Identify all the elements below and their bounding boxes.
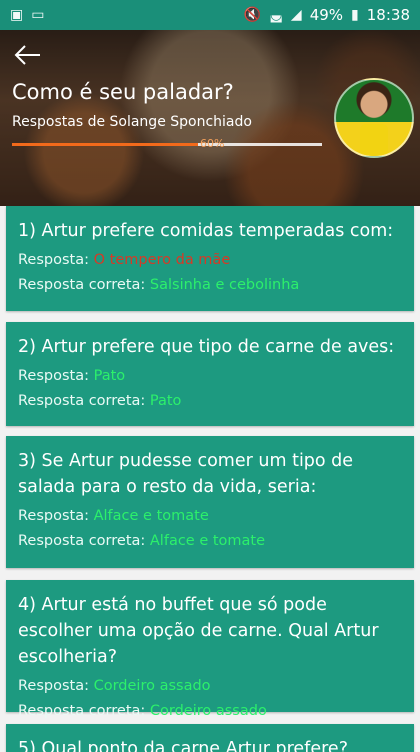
- mute-icon: 🔇: [243, 7, 262, 23]
- progress-bar: [12, 143, 322, 146]
- page-subtitle: Respostas de Solange Sponchiado: [12, 114, 252, 130]
- answer-row: Resposta: Pato: [18, 364, 402, 389]
- back-button[interactable]: [10, 40, 44, 70]
- question-card: 3) Se Artur pudesse comer um tipo de sal…: [6, 436, 414, 568]
- avatar[interactable]: [334, 78, 414, 158]
- answer-label: Resposta:: [18, 508, 89, 524]
- question-text: 4) Artur está no buffet que só pode esco…: [18, 595, 379, 667]
- answer-label: Resposta:: [18, 252, 89, 268]
- answer-row: Resposta: O tempero da mãe: [18, 248, 402, 273]
- status-left: ▣ ▭: [10, 7, 44, 23]
- answer-value: Alface e tomate: [93, 508, 209, 524]
- answer-row: Resposta: Cordeiro assado: [18, 674, 402, 699]
- answers-list[interactable]: 1) Artur prefere comidas temperadas com:…: [0, 206, 420, 752]
- correct-row: Resposta correta: Alface e tomate: [18, 529, 402, 554]
- header-banner: Como é seu paladar? Respostas de Solange…: [0, 30, 420, 206]
- battery-percent: 49%: [309, 6, 344, 24]
- correct-value: Cordeiro assado: [149, 703, 267, 719]
- correct-label: Resposta correta:: [18, 277, 146, 293]
- page-title: Como é seu paladar?: [12, 80, 234, 104]
- question-card: 2) Artur prefere que tipo de carne de av…: [6, 322, 414, 426]
- correct-label: Resposta correta:: [18, 533, 146, 549]
- question-card: 4) Artur está no buffet que só pode esco…: [6, 580, 414, 719]
- answer-label: Resposta:: [18, 368, 89, 384]
- correct-label: Resposta correta:: [18, 703, 146, 719]
- correct-value: Alface e tomate: [149, 533, 266, 549]
- answer-label: Resposta:: [18, 678, 89, 694]
- arrow-left-icon: [14, 45, 40, 65]
- question-text: 3) Se Artur pudesse comer um tipo de sal…: [18, 451, 354, 497]
- clock: 18:38: [366, 6, 410, 24]
- correct-value: Pato: [149, 393, 182, 409]
- correct-row: Resposta correta: Cordeiro assado: [18, 699, 402, 724]
- correct-row: Resposta correta: Salsinha e cebolinha: [18, 273, 402, 298]
- correct-value: Salsinha e cebolinha: [149, 277, 300, 293]
- answer-value: O tempero da mãe: [93, 252, 231, 268]
- question-card: 5) Qual ponto da carne Artur prefere?: [6, 724, 414, 752]
- question-text: 1) Artur prefere comidas temperadas com:: [18, 221, 394, 241]
- answer-value: Cordeiro assado: [93, 678, 211, 694]
- progress-label: 60%: [200, 137, 225, 150]
- signal-icon: ◢: [290, 7, 302, 23]
- battery-icon: ▮: [351, 7, 359, 23]
- progress-fill: [12, 143, 198, 146]
- answer-value: Pato: [93, 368, 126, 384]
- question-text: 2) Artur prefere que tipo de carne de av…: [18, 337, 395, 357]
- avatar-shirt: [360, 124, 388, 156]
- question-text: 5) Qual ponto da carne Artur prefere?: [18, 739, 348, 752]
- correct-label: Resposta correta:: [18, 393, 146, 409]
- image-notification-icon: ▣: [10, 7, 24, 23]
- wifi-icon: ◛: [269, 7, 283, 23]
- question-card: 1) Artur prefere comidas temperadas com:…: [6, 206, 414, 311]
- answer-row: Resposta: Alface e tomate: [18, 504, 402, 529]
- status-right: 🔇 ◛ ◢ 49% ▮ 18:38: [244, 6, 410, 24]
- screen-notification-icon: ▭: [31, 7, 45, 23]
- status-bar: ▣ ▭ 🔇 ◛ ◢ 49% ▮ 18:38: [0, 0, 420, 30]
- correct-row: Resposta correta: Pato: [18, 389, 402, 414]
